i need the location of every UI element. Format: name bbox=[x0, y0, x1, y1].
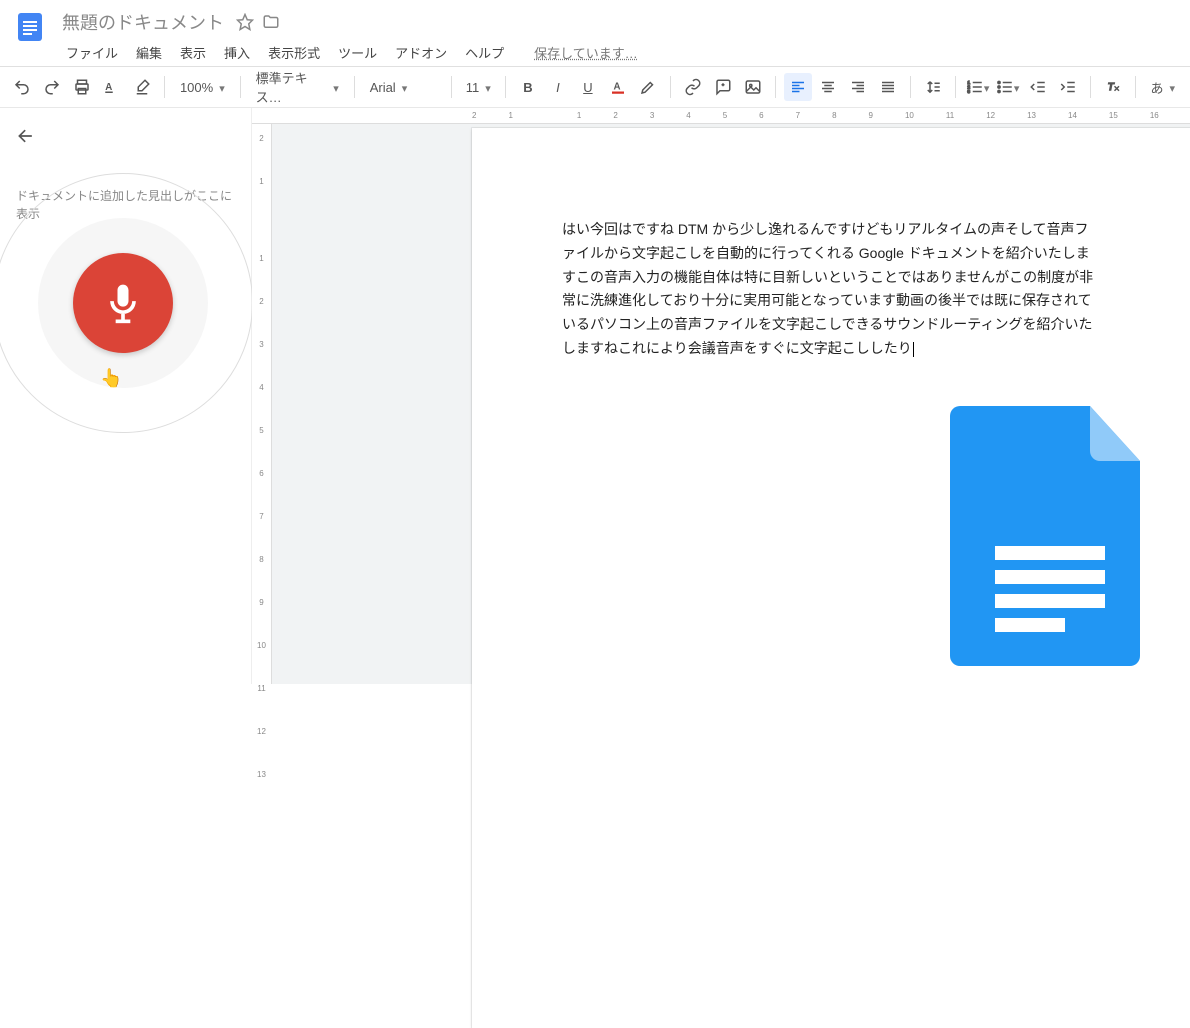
saving-status[interactable]: 保存しています… bbox=[526, 39, 646, 66]
toolbar: A 100% 標準テキス… Arial 11 B I U A 123 T あ bbox=[0, 67, 1190, 108]
link-button[interactable] bbox=[679, 73, 707, 101]
font-value: Arial bbox=[370, 80, 396, 95]
menu-insert[interactable]: 挿入 bbox=[216, 39, 258, 66]
menu-help[interactable]: ヘルプ bbox=[457, 39, 512, 66]
bullet-list-button[interactable] bbox=[994, 73, 1022, 101]
print-button[interactable] bbox=[68, 73, 96, 101]
font-size-select[interactable]: 11 bbox=[460, 73, 497, 101]
menu-addons[interactable]: アドオン bbox=[387, 39, 455, 66]
font-size-value: 11 bbox=[466, 80, 480, 95]
docs-watermark-icon bbox=[950, 406, 1150, 666]
image-button[interactable] bbox=[739, 73, 767, 101]
align-right-button[interactable] bbox=[844, 73, 872, 101]
svg-text:A: A bbox=[613, 81, 620, 92]
undo-button[interactable] bbox=[8, 73, 36, 101]
svg-text:T: T bbox=[1107, 82, 1114, 93]
ruler-horizontal[interactable]: 21123456789101112131415161718 bbox=[252, 108, 1190, 124]
numbered-list-button[interactable]: 123 bbox=[964, 73, 992, 101]
zoom-value: 100% bbox=[180, 80, 213, 95]
menu-file[interactable]: ファイル bbox=[58, 39, 126, 66]
ruler-vertical[interactable]: 2112345678910111213 bbox=[252, 124, 272, 684]
indent-button[interactable] bbox=[1054, 73, 1082, 101]
document-title[interactable]: 無題のドキュメント bbox=[58, 7, 228, 37]
menu-view[interactable]: 表示 bbox=[172, 39, 214, 66]
star-icon[interactable] bbox=[236, 13, 254, 31]
italic-button[interactable]: I bbox=[544, 73, 572, 101]
cursor-hand-icon: 👆 bbox=[100, 368, 122, 389]
redo-button[interactable] bbox=[38, 73, 66, 101]
menu-bar: ファイル 編集 表示 挿入 表示形式 ツール アドオン ヘルプ 保存しています… bbox=[58, 39, 646, 66]
zoom-select[interactable]: 100% bbox=[173, 73, 232, 101]
underline-button[interactable]: U bbox=[574, 73, 602, 101]
ime-label: あ bbox=[1151, 78, 1164, 97]
comment-button[interactable] bbox=[709, 73, 737, 101]
move-folder-icon[interactable] bbox=[262, 13, 280, 31]
styles-value: 標準テキス… bbox=[256, 68, 328, 106]
docs-logo[interactable] bbox=[12, 9, 48, 45]
spellcheck-button[interactable]: A bbox=[98, 73, 126, 101]
text-cursor bbox=[913, 342, 914, 357]
menu-edit[interactable]: 編集 bbox=[128, 39, 170, 66]
svg-text:3: 3 bbox=[967, 89, 970, 94]
outline-empty-message: ドキュメントに追加した見出しがここに表示 bbox=[16, 187, 235, 223]
text-color-button[interactable]: A bbox=[604, 73, 632, 101]
document-area: 21123456789101112131415161718 2112345678… bbox=[252, 108, 1190, 684]
document-body[interactable]: はい今回はですね DTM から少し逸れるんですけどもリアルタイムの声そして音声フ… bbox=[562, 218, 1102, 361]
menu-tools[interactable]: ツール bbox=[330, 39, 385, 66]
svg-text:A: A bbox=[105, 82, 112, 93]
voice-typing-button[interactable] bbox=[73, 253, 173, 353]
font-select[interactable]: Arial bbox=[363, 73, 443, 101]
ime-button[interactable]: あ bbox=[1144, 73, 1183, 101]
highlight-button[interactable] bbox=[634, 73, 662, 101]
outline-sidebar: ドキュメントに追加した見出しがここに表示 👆 bbox=[0, 108, 252, 684]
back-arrow-icon[interactable] bbox=[16, 126, 235, 151]
clear-format-button[interactable]: T bbox=[1099, 73, 1127, 101]
styles-select[interactable]: 標準テキス… bbox=[249, 73, 346, 101]
align-left-button[interactable] bbox=[784, 73, 812, 101]
line-spacing-button[interactable] bbox=[919, 73, 947, 101]
align-justify-button[interactable] bbox=[874, 73, 902, 101]
align-center-button[interactable] bbox=[814, 73, 842, 101]
bold-button[interactable]: B bbox=[514, 73, 542, 101]
dedent-button[interactable] bbox=[1024, 73, 1052, 101]
menu-format[interactable]: 表示形式 bbox=[260, 39, 328, 66]
paint-format-button[interactable] bbox=[128, 73, 156, 101]
